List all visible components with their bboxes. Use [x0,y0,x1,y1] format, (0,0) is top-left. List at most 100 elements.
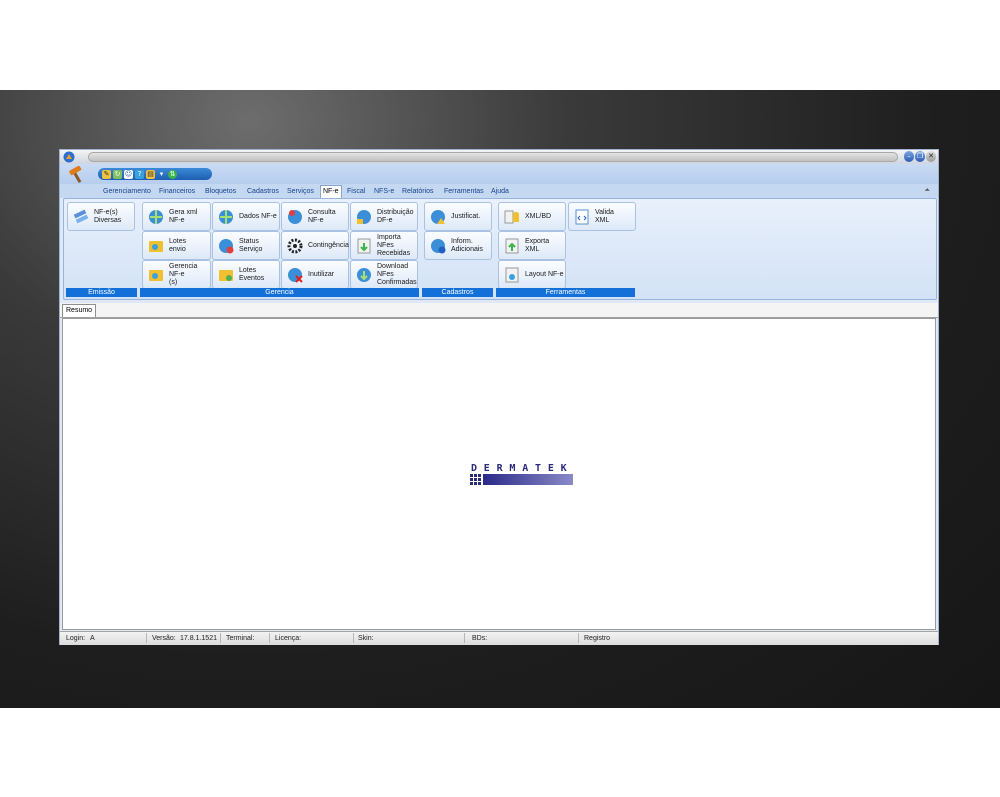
status-servico-button[interactable]: Status Serviço [212,231,280,260]
dermatek-logo: DERMATEK [470,463,573,485]
globe-distribution-icon [357,209,371,224]
main-content-area: DERMATEK [62,318,936,630]
folder-icon[interactable]: ▤ [146,169,155,179]
versao-value: 17.8.1.1521 [180,635,217,642]
ribbon-panel: NF-e(s) Diversas Gera xml NF-e Lotes env… [63,198,937,300]
tab-ajuda[interactable]: Ajuda [491,186,509,197]
lotes-eventos-button[interactable]: Lotes Eventos [212,260,280,289]
button-label: Status Serviço [239,237,263,253]
svg-text:DERMATEK: DERMATEK [471,463,569,474]
export-document-icon [505,238,519,253]
globe-cancel-icon [288,267,303,283]
group-label-emissao: Emissão [66,288,137,297]
title-bar: – ❐ ✕ [60,150,938,164]
restore-button[interactable]: ❐ [915,151,925,162]
contingencia-button[interactable]: Contingência [281,231,349,260]
tab-relatorios[interactable]: Relatórios [402,186,434,197]
gear-icon [287,238,303,253]
button-label: Gera xml NF-e [169,208,198,224]
registro-label: Registro [584,635,611,642]
tab-fiscal[interactable]: Fiscal [347,186,365,197]
dropdown-icon[interactable]: ▾ [157,170,166,179]
group-label-cadastros: Cadastros [422,288,493,297]
globe-icon [219,209,233,224]
help-icon[interactable]: ? [135,169,144,179]
licenca-label: Licença: [275,635,302,642]
close-button[interactable]: ✕ [926,151,936,162]
folder-events-icon [219,269,233,281]
button-label: Dados NF-e [239,212,277,220]
login-label: Login: [66,635,86,642]
document-stack-icon [73,209,89,223]
button-label: Importa NFes Recebidas [377,233,411,257]
tab-gerenciamento[interactable]: Gerenciamento [103,186,151,197]
button-label: Inform. Adicionais [451,237,483,253]
button-label: Gerencia NF-e (s) [169,262,198,286]
tab-cadastros[interactable]: Cadastros [247,186,279,197]
valida-xml-button[interactable]: Valida XML [568,202,636,231]
tab-financeiros[interactable]: Financeiros [159,186,195,197]
button-label: Download NFes Confirmadas [377,262,417,286]
minimize-button[interactable]: – [904,151,914,162]
folder-manage-icon [149,269,163,281]
quick-access-toolbar: ✎ ↻ ☺ ? ▤ ▾ ⇅ [60,164,938,184]
consulta-nfe-button[interactable]: Consulta NF-e [281,202,349,231]
dados-nfe-button[interactable]: Dados NF-e [212,202,280,231]
button-label: Valida XML [595,208,614,224]
app-menu-icon[interactable] [63,151,75,163]
download-nfes-button[interactable]: Download NFes Confirmadas [350,260,418,289]
button-label: Exporta XML [525,237,550,253]
globe-document-icon [149,209,163,224]
folder-send-icon [149,240,163,252]
layout-nfe-button[interactable]: Layout NF-e [498,260,566,289]
exporta-xml-button[interactable]: Exporta XML [498,231,566,260]
importa-nfes-button[interactable]: Importa NFes Recebidas [350,231,418,260]
tab-ferramentas[interactable]: Ferramentas [444,186,484,197]
button-label: Justificat. [451,212,481,220]
inform-adicionais-button[interactable]: Inform. Adicionais [424,231,492,260]
document-tabs: Resumo [60,303,938,318]
lotes-envio-button[interactable]: Lotes envio [142,231,211,260]
globe-info-icon [431,238,446,253]
login-value: A [90,635,95,642]
button-label: Lotes envio [169,237,187,253]
tab-bloquetos[interactable]: Bloquetos [205,186,236,197]
globe-download-icon [357,267,371,282]
gera-xml-nfe-button[interactable]: Gera xml NF-e [142,202,211,231]
collapse-ribbon-icon[interactable]: ⏶ [924,186,930,195]
globe-warning-icon [431,209,445,224]
button-label: Layout NF-e [525,270,564,278]
pencil-icon[interactable]: ✎ [102,169,111,179]
distribuicao-dfe-button[interactable]: Distribuição DF-e [350,202,418,231]
group-label-ferramentas: Ferramentas [496,288,635,297]
app-window: – ❐ ✕ ✎ ↻ ☺ ? ▤ ▾ ⇅ Gerenciamento Financ… [60,150,938,645]
bds-label: BDs: [472,635,488,642]
tab-nfe[interactable]: NF-e [320,185,342,198]
versao-label: Versão: [152,635,176,642]
button-label: Inutilizar [308,270,335,278]
terminal-label: Terminal: [226,635,255,642]
xml-file-icon [575,209,589,224]
layout-document-icon [505,267,519,282]
tab-servicos[interactable]: Serviços [287,186,314,197]
people-icon[interactable]: ☺ [124,169,133,179]
import-document-icon [357,238,371,253]
justificativa-button[interactable]: Justificat. [424,202,492,231]
status-bar: Login: A Versão: 17.8.1.1521 Terminal: L… [60,631,938,645]
globe-search-icon [288,209,302,224]
group-label-gerencia: Gerencia [140,288,419,297]
tab-nfse[interactable]: NFS-e [374,186,394,197]
update-arrow-icon[interactable]: ⇅ [168,169,177,179]
hammer-logo-icon[interactable] [66,166,88,184]
xml-bd-button[interactable]: XML/BD [498,202,566,231]
inutilizar-button[interactable]: Inutilizar [281,260,349,289]
globe-status-icon [219,238,234,253]
button-label: NF-e(s) Diversas [94,208,122,224]
gerencia-nfe-button[interactable]: Gerencia NF-e (s) [142,260,211,289]
quick-access-pill: ✎ ↻ ☺ ? ▤ ▾ ⇅ [98,168,212,180]
button-label: Lotes Eventos [239,266,265,282]
refresh-icon[interactable]: ↻ [113,169,122,179]
window-title-bar-pill [88,152,898,162]
tab-resumo[interactable]: Resumo [62,304,97,317]
nfe-diversas-button[interactable]: NF-e(s) Diversas [67,202,135,231]
